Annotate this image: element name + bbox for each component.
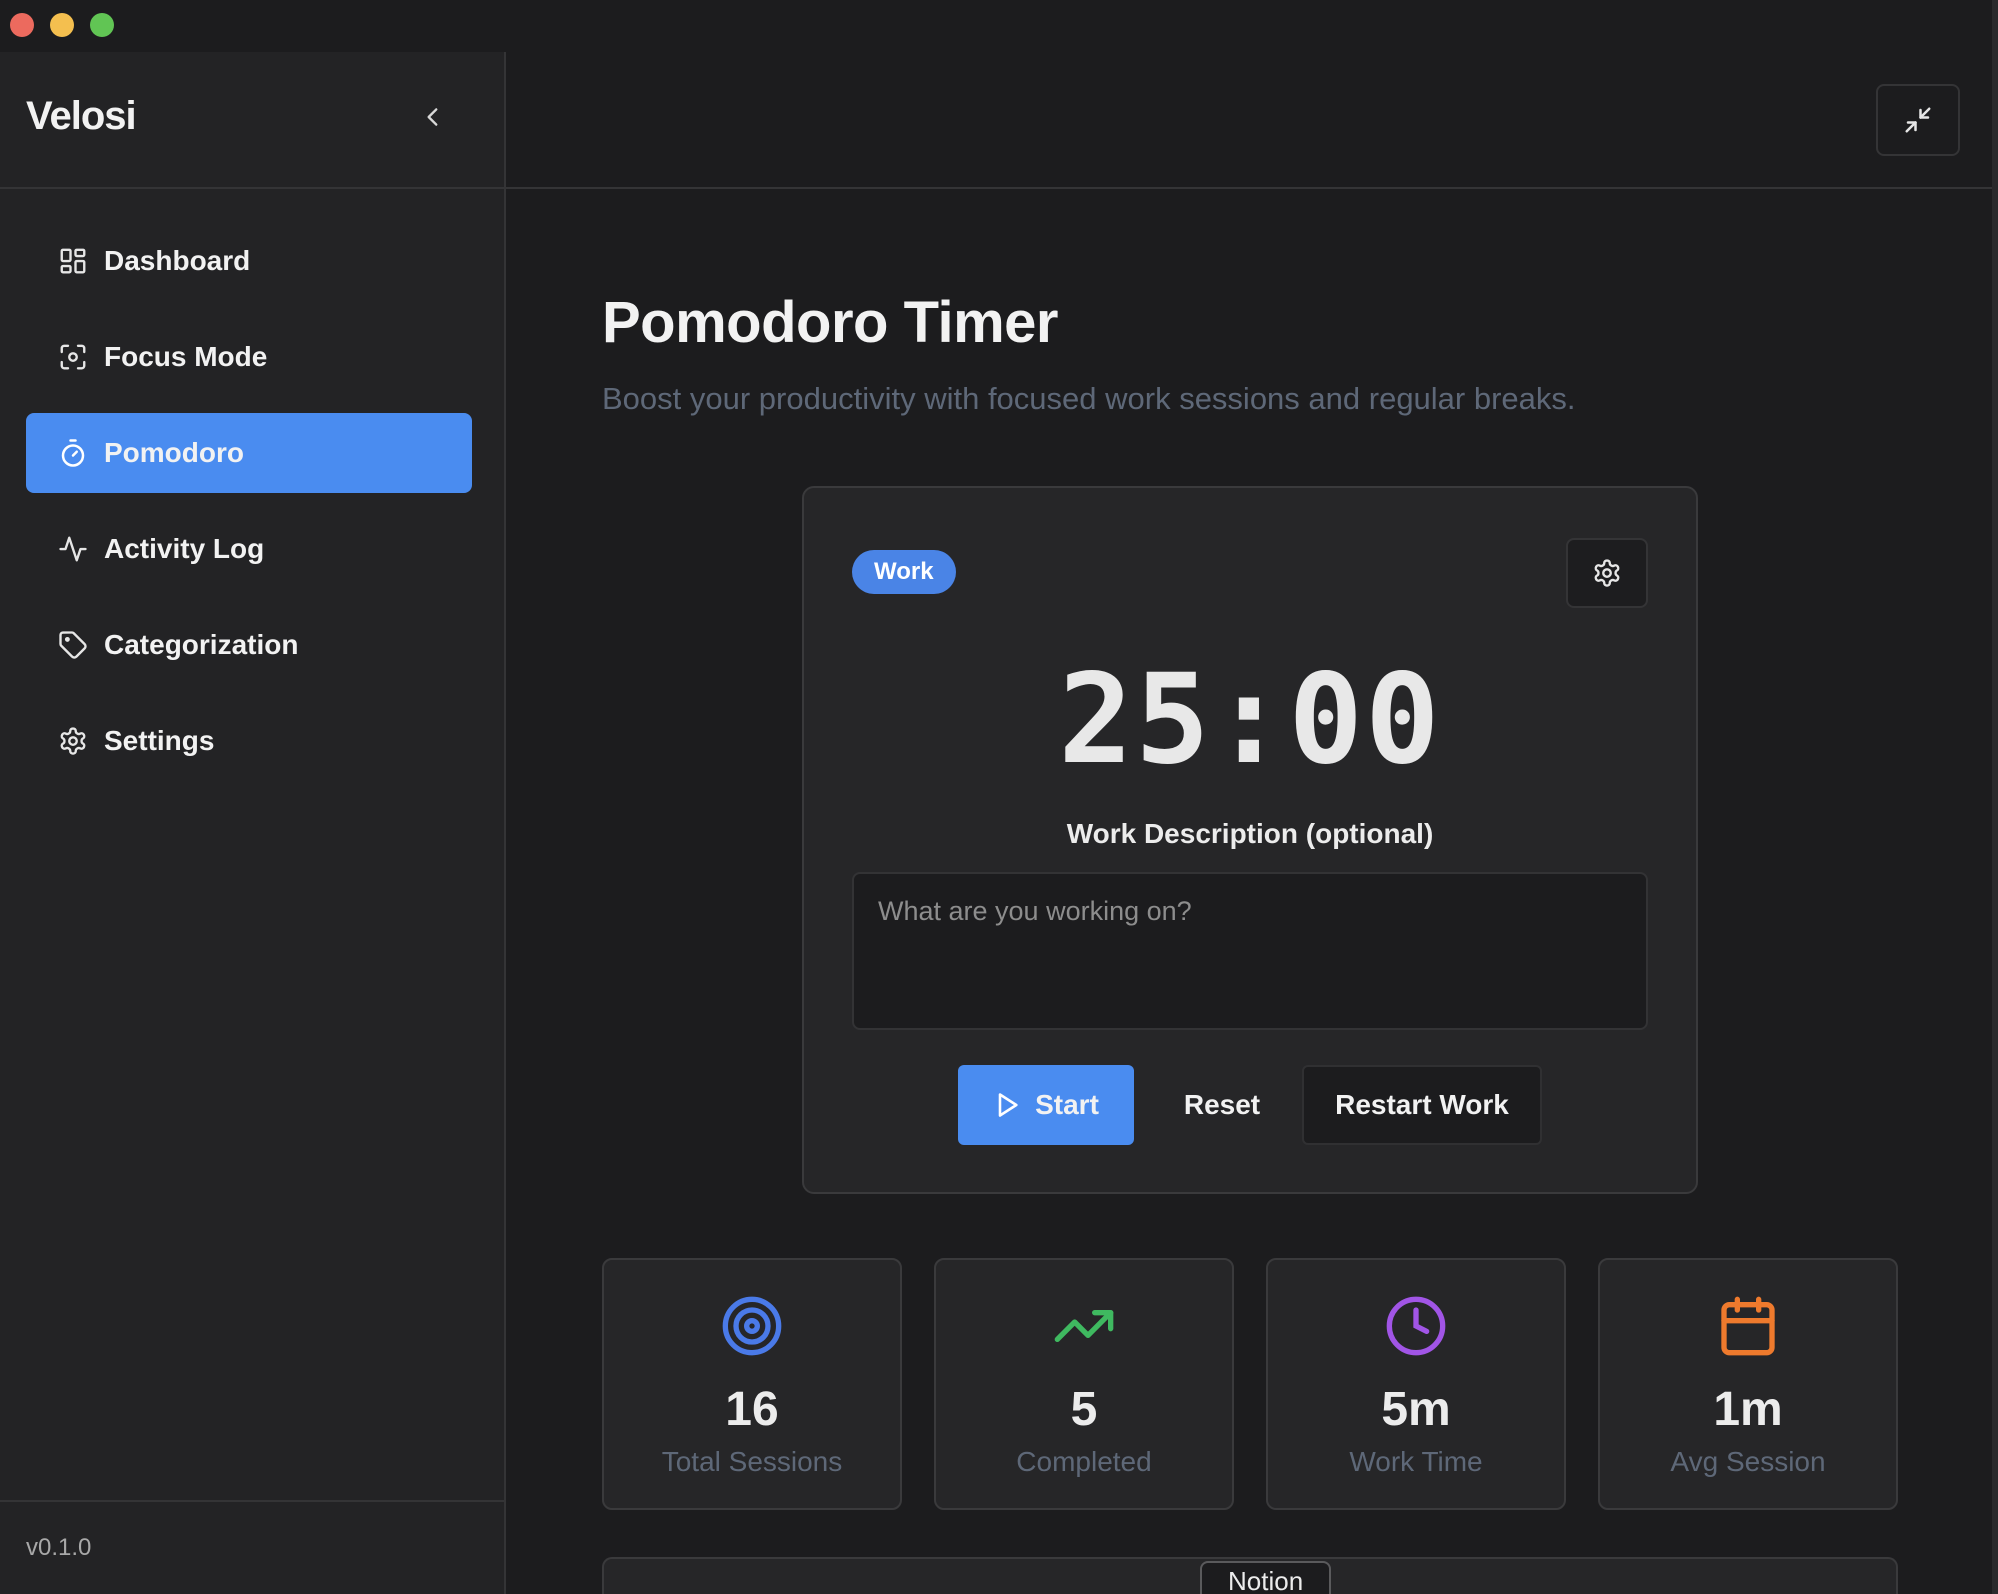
sidebar: Velosi Dashboard Focus Mode Pomodoro Act… xyxy=(0,52,506,1594)
minimize-window-button[interactable] xyxy=(50,13,74,37)
timer-display: 25:00 xyxy=(1058,648,1442,792)
stat-card-completed: 5 Completed xyxy=(934,1258,1234,1510)
timer-icon xyxy=(58,438,88,468)
restart-work-button[interactable]: Restart Work xyxy=(1302,1065,1542,1145)
main-content: Pomodoro Timer Boost your productivity w… xyxy=(506,189,1992,1594)
stat-label: Total Sessions xyxy=(661,1446,843,1477)
sidebar-item-categorization[interactable]: Categorization xyxy=(26,605,472,685)
integrations-card: Notion xyxy=(602,1557,1898,1594)
collapse-sidebar-button[interactable] xyxy=(414,98,452,136)
chevron-left-icon xyxy=(427,108,438,126)
sidebar-item-pomodoro[interactable]: Pomodoro xyxy=(26,413,472,493)
timer-settings-button[interactable] xyxy=(1566,538,1648,608)
sidebar-item-activity-log[interactable]: Activity Log xyxy=(26,509,472,589)
stat-value: 5m xyxy=(1381,1383,1451,1436)
app-version: v0.1.0 xyxy=(26,1534,92,1561)
exit-fullscreen-button[interactable] xyxy=(1876,84,1960,156)
sidebar-item-label: Dashboard xyxy=(104,245,251,276)
sidebar-item-settings[interactable]: Settings xyxy=(26,701,472,781)
sidebar-footer: v0.1.0 xyxy=(0,1500,504,1594)
reset-button-label: Reset xyxy=(1183,1089,1261,1120)
work-description-input[interactable] xyxy=(852,872,1648,1030)
pomodoro-timer-card: Work 25:00 Work Description (optional) S… xyxy=(802,486,1698,1194)
target-icon xyxy=(604,1294,900,1358)
window-edge xyxy=(1992,0,1998,1594)
sidebar-nav: Dashboard Focus Mode Pomodoro Activity L… xyxy=(0,189,504,781)
tab-notion[interactable]: Notion xyxy=(1200,1561,1332,1594)
restart-work-button-label: Restart Work xyxy=(1335,1089,1509,1120)
start-button[interactable]: Start xyxy=(958,1065,1134,1145)
sidebar-item-focus-mode[interactable]: Focus Mode xyxy=(26,317,472,397)
sidebar-item-label: Settings xyxy=(104,725,215,756)
focus-icon xyxy=(58,342,88,372)
app-logo: Velosi xyxy=(26,94,137,138)
stat-value: 16 xyxy=(725,1383,779,1436)
sidebar-item-label: Pomodoro xyxy=(104,437,244,468)
stat-label: Completed xyxy=(1016,1446,1152,1477)
stat-card-total-sessions: 16 Total Sessions xyxy=(602,1258,902,1510)
window-titlebar xyxy=(0,0,1998,52)
clock-icon xyxy=(1268,1294,1564,1358)
stat-label: Work Time xyxy=(1349,1446,1483,1477)
sidebar-header: Velosi xyxy=(0,52,504,189)
close-window-button[interactable] xyxy=(10,13,34,37)
dashboard-icon xyxy=(58,246,88,276)
stat-card-avg-session: 1m Avg Session xyxy=(1598,1258,1898,1510)
sidebar-item-label: Focus Mode xyxy=(104,341,268,372)
gear-icon xyxy=(1594,559,1620,587)
start-button-label: Start xyxy=(1035,1089,1099,1120)
timer-controls: Start Reset Restart Work xyxy=(804,1065,1696,1145)
work-description-label: Work Description (optional) xyxy=(1066,818,1434,849)
sidebar-item-label: Activity Log xyxy=(104,533,265,564)
tag-icon xyxy=(58,630,88,660)
sidebar-item-label: Categorization xyxy=(104,629,299,660)
sidebar-item-dashboard[interactable]: Dashboard xyxy=(26,221,472,301)
stat-card-work-time: 5m Work Time xyxy=(1266,1258,1566,1510)
gear-icon xyxy=(58,726,88,756)
stat-value: 5 xyxy=(1070,1383,1098,1436)
stat-value: 1m xyxy=(1713,1383,1783,1436)
top-bar xyxy=(506,52,1992,189)
minimize-arrows-icon xyxy=(1905,107,1931,133)
reset-button[interactable]: Reset xyxy=(1162,1065,1282,1145)
play-icon xyxy=(993,1091,1021,1119)
page-subtitle: Boost your productivity with focused wor… xyxy=(602,381,1576,416)
page-title: Pomodoro Timer xyxy=(602,290,1058,355)
zoom-window-button[interactable] xyxy=(90,13,114,37)
trending-up-icon xyxy=(936,1294,1232,1358)
calendar-icon xyxy=(1600,1294,1896,1358)
activity-icon xyxy=(58,534,88,564)
mode-badge: Work xyxy=(852,550,956,594)
stat-label: Avg Session xyxy=(1670,1446,1826,1477)
